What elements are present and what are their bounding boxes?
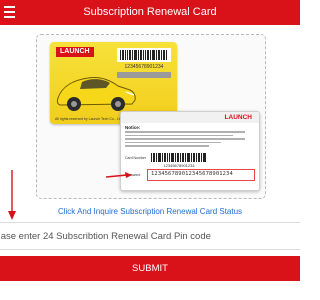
- password-value: 123456789012345678901234: [151, 171, 233, 177]
- inquire-status-link[interactable]: Click And Inquire Subscription Renewal C…: [0, 207, 300, 216]
- back-card-barcode: [151, 153, 206, 162]
- back-card-brand: LAUNCH: [224, 114, 252, 121]
- back-card-notice-title: Notice:: [125, 125, 141, 130]
- card-number-label: Card Number: [125, 156, 147, 160]
- card-number-value: 12345678901234: [163, 163, 195, 168]
- front-card-brand: LAUNCH: [56, 47, 94, 57]
- pin-code-input[interactable]: [0, 222, 300, 250]
- arrow-right-icon: [106, 172, 132, 178]
- submit-button[interactable]: SUBMIT: [0, 256, 300, 281]
- back-card-notice-text: [125, 131, 245, 149]
- front-card-footer: All rights reserved by Launch Tech Co., …: [55, 117, 123, 121]
- card-back-image: LAUNCH Notice: Card Number 1234567890123…: [120, 111, 260, 191]
- car-icon: [56, 77, 136, 111]
- app-header: Subscription Renewal Card: [0, 0, 300, 25]
- page-title: Subscription Renewal Card: [83, 6, 217, 18]
